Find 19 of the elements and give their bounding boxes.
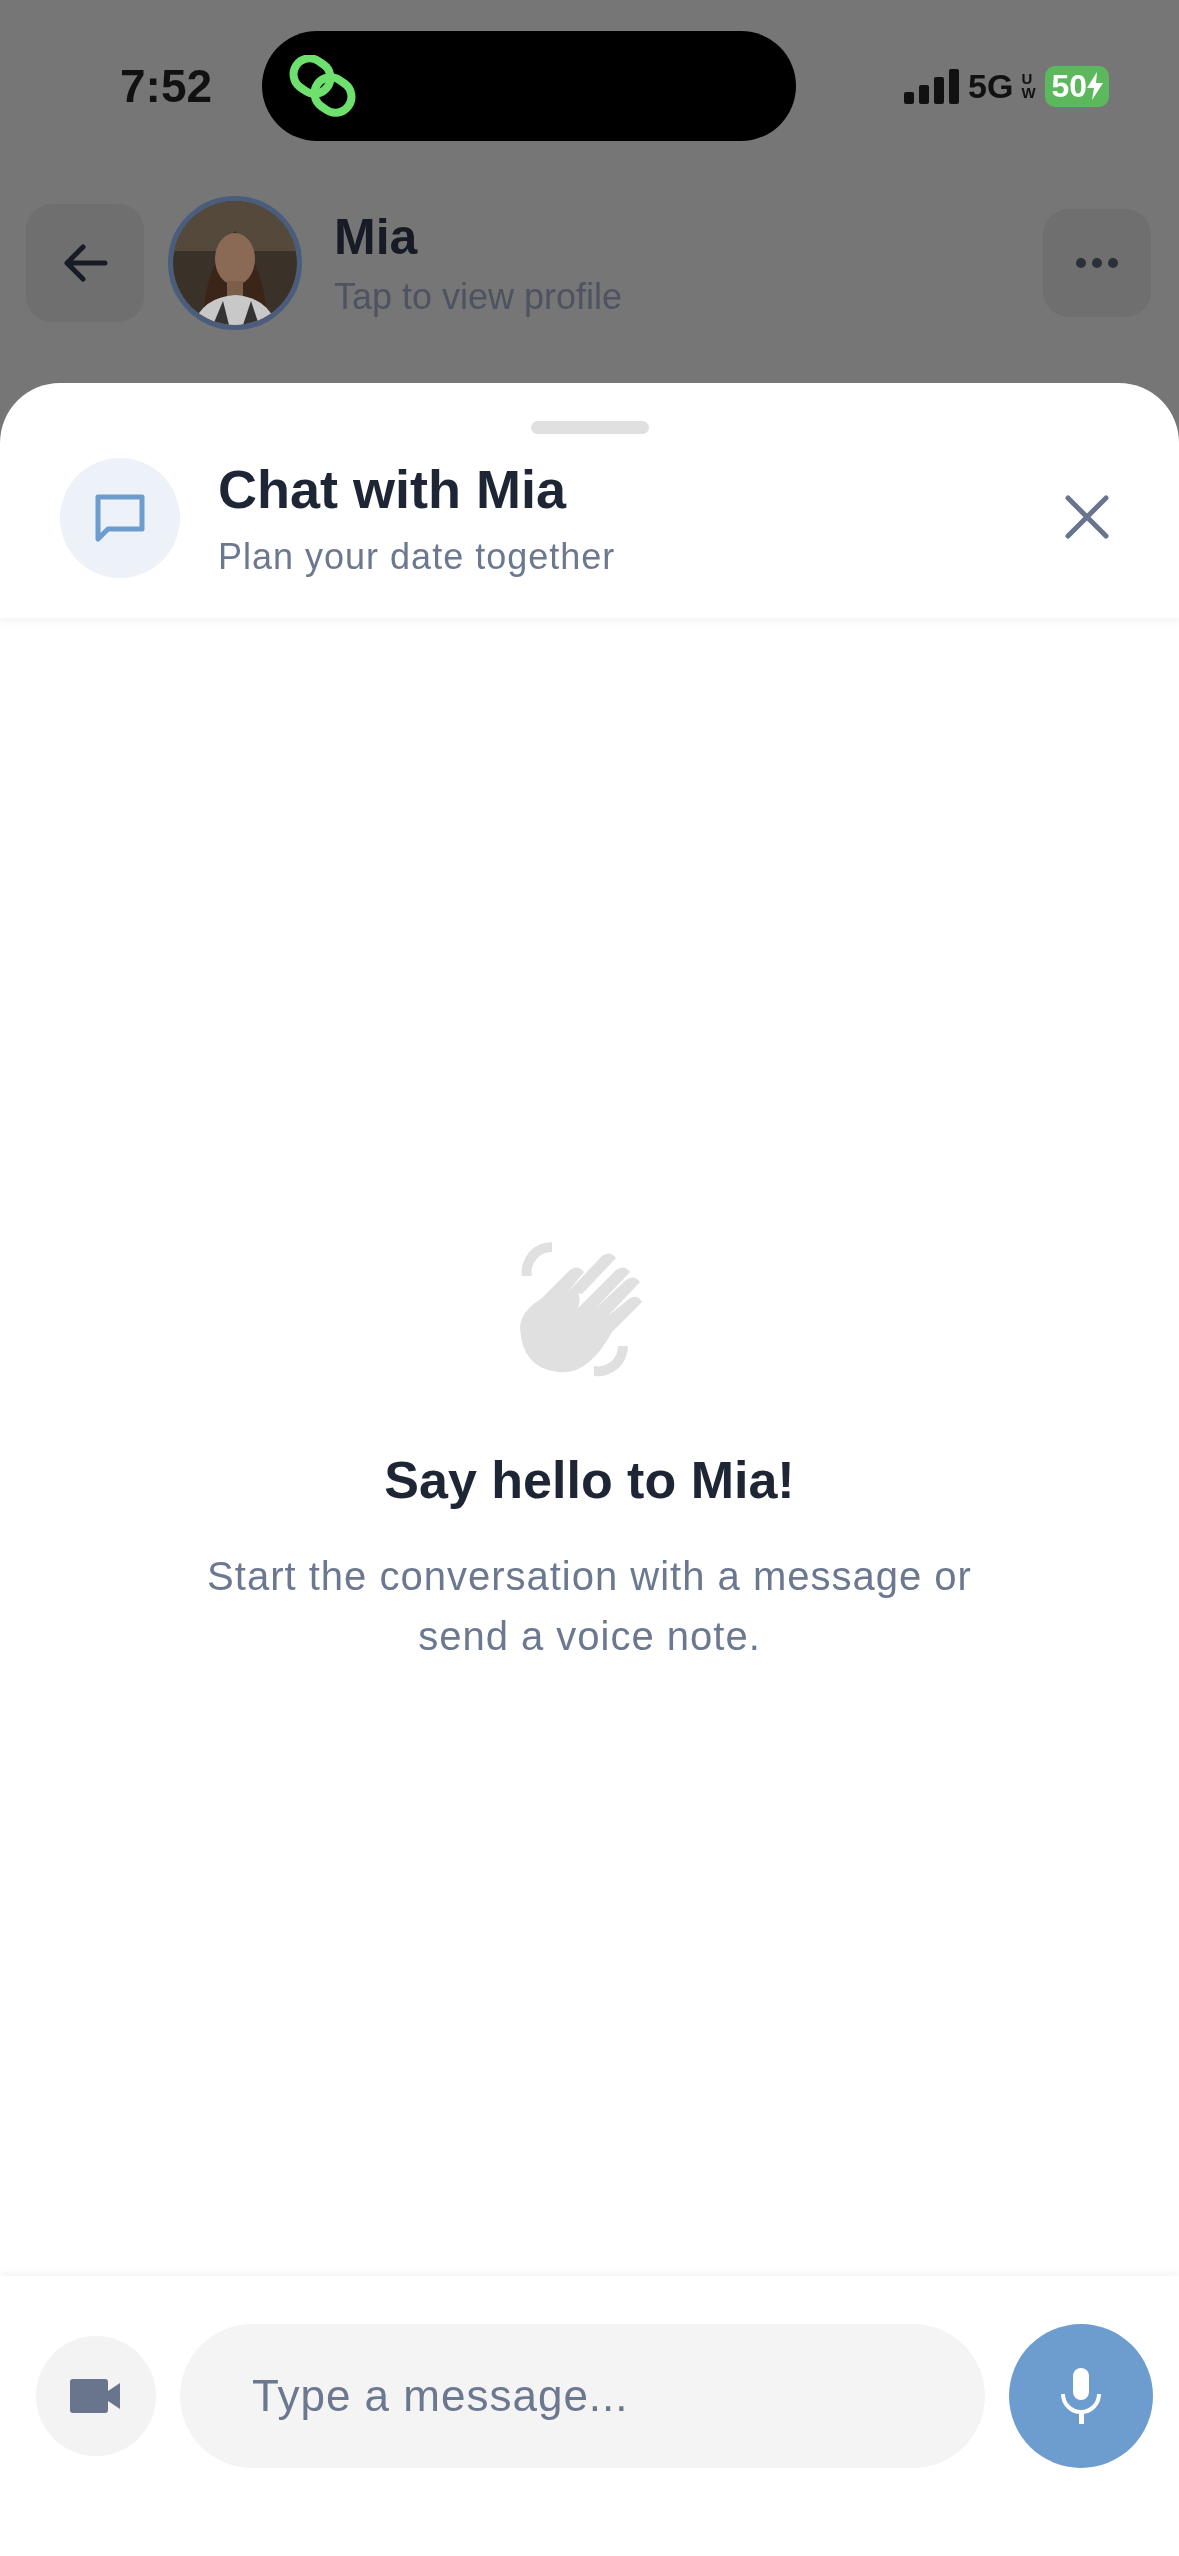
link-icon (288, 55, 358, 117)
sheet-handle[interactable] (530, 421, 649, 434)
contact-name[interactable]: Mia (334, 207, 1019, 266)
video-camera-icon (70, 2379, 122, 2413)
battery-indicator: 50 (1045, 65, 1109, 107)
signal-icon (904, 68, 961, 104)
message-input[interactable]: Type a message... (180, 2324, 985, 2468)
network-label: 5G (968, 66, 1014, 106)
more-icon (1076, 257, 1118, 268)
network-sublabel: UW (1021, 72, 1037, 100)
status-time: 7:52 (120, 59, 214, 113)
sheet-title: Chat with Mia (218, 458, 568, 520)
back-button[interactable] (26, 203, 144, 322)
microphone-icon (1059, 2366, 1103, 2426)
empty-title: Say hello to Mia! (384, 1450, 795, 1510)
back-arrow-icon (61, 242, 109, 283)
close-icon (1065, 494, 1109, 539)
sheet-subtitle: Plan your date together (218, 536, 617, 578)
empty-text: Start the conversation with a message or send a voice note. (206, 1553, 973, 1660)
